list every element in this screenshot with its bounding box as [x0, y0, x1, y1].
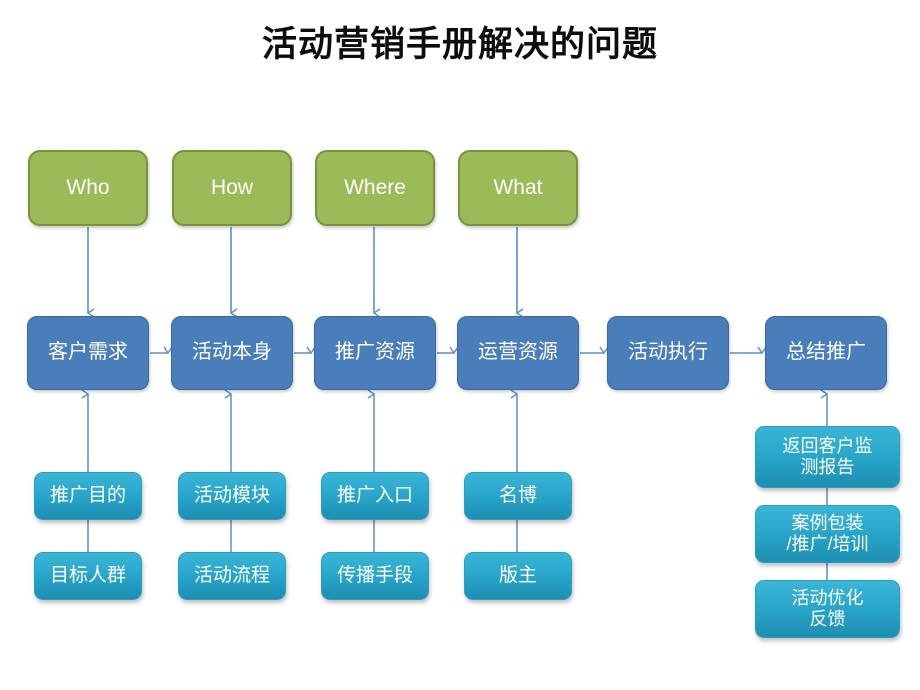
question-box-label: How [210, 175, 253, 199]
page-title: 活动营销手册解决的问题 [261, 25, 658, 64]
detail-box-label: 版主 [498, 564, 537, 586]
process-box-4[interactable]: 运营资源 [457, 316, 579, 390]
summary-box-line1: 案例包装 [791, 512, 864, 533]
question-box-who[interactable]: Who [28, 150, 148, 226]
summary-box-line1: 活动优化 [791, 587, 864, 608]
process-box-5[interactable]: 活动执行 [607, 316, 729, 390]
detail-box-label: 推广入口 [336, 484, 413, 506]
detail-box-label: 推广目的 [49, 484, 126, 506]
detail-box-label: 传播手段 [336, 564, 413, 586]
detail-box-r2-c1[interactable]: 目标人群 [34, 552, 142, 600]
summary-box-text: 活动优化 反馈 [756, 588, 899, 630]
detail-box-r2-c4[interactable]: 版主 [464, 552, 572, 600]
summary-box-line2: 反馈 [809, 609, 846, 629]
detail-box-r1-c2[interactable]: 活动模块 [178, 472, 286, 520]
process-box-3[interactable]: 推广资源 [314, 316, 436, 390]
summary-box-text: 返回客户监 测报告 [756, 436, 899, 478]
process-box-label: 活动执行 [628, 341, 708, 364]
question-box-what[interactable]: What [458, 150, 578, 226]
detail-box-label: 名博 [498, 484, 537, 506]
connector-question-to-process [86, 227, 524, 318]
summary-box-2[interactable]: 案例包装 /推广/培训 [755, 505, 900, 563]
summary-box-1[interactable]: 返回客户监 测报告 [755, 426, 900, 488]
detail-box-r2-c3[interactable]: 传播手段 [321, 552, 429, 600]
summary-box-line2: 测报告 [800, 457, 855, 477]
question-box-how[interactable]: How [172, 150, 292, 226]
process-box-label: 客户需求 [48, 341, 128, 364]
connector-detail-to-process [81, 389, 519, 600]
process-box-label: 运营资源 [478, 341, 558, 364]
detail-box-r2-c2[interactable]: 活动流程 [178, 552, 286, 600]
detail-box-r1-c1[interactable]: 推广目的 [34, 472, 142, 520]
question-box-label: What [493, 175, 543, 199]
process-box-label: 活动本身 [192, 341, 272, 364]
summary-box-3[interactable]: 活动优化 反馈 [755, 580, 900, 638]
process-box-2[interactable]: 活动本身 [171, 316, 293, 390]
summary-box-line1: 返回客户监 [782, 435, 873, 456]
summary-box-text: 案例包装 /推广/培训 [756, 513, 899, 555]
question-box-label: Where [344, 175, 406, 199]
detail-box-label: 活动流程 [193, 564, 270, 586]
diagram-canvas: 活动营销手册解决的问题 Who How Where What 客户需求 活动本身… [0, 0, 920, 690]
process-box-1[interactable]: 客户需求 [27, 316, 149, 390]
detail-box-label: 活动模块 [193, 484, 270, 506]
detail-box-r1-c4[interactable]: 名博 [464, 472, 572, 520]
question-box-where[interactable]: Where [315, 150, 435, 226]
detail-box-r1-c3[interactable]: 推广入口 [321, 472, 429, 520]
process-box-6[interactable]: 总结推广 [765, 316, 887, 390]
question-box-label: Who [66, 175, 110, 199]
summary-box-line2: /推广/培训 [786, 534, 869, 554]
process-box-label: 推广资源 [335, 341, 415, 364]
detail-box-label: 目标人群 [49, 564, 126, 586]
process-box-label: 总结推广 [786, 341, 866, 364]
